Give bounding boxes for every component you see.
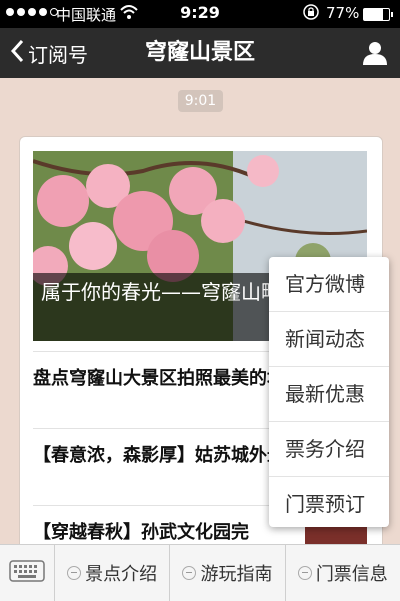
tab-label: 门票信息 — [315, 564, 388, 585]
menu-item-weibo[interactable]: 官方微博 — [269, 257, 389, 312]
battery-icon — [363, 8, 393, 21]
menu-item-news[interactable]: 新闻动态 — [269, 312, 389, 367]
person-icon[interactable] — [362, 40, 388, 66]
popup-menu: 官方微博 新闻动态 最新优惠 票务介绍 门票预订 — [269, 257, 389, 527]
page-title: 穹窿山景区 — [144, 40, 255, 65]
rotation-lock-icon — [302, 3, 320, 25]
tab-label: 游玩指南 — [200, 564, 273, 585]
menu-dot-icon — [182, 566, 197, 580]
bottom-menu-bar: 景点介绍 游玩指南 门票信息 — [0, 544, 400, 601]
article-title: 【穿越春秋】孙武文化园完 — [33, 522, 249, 543]
tab-travel-guide[interactable]: 游玩指南 — [170, 545, 286, 601]
tab-attractions[interactable]: 景点介绍 — [55, 545, 171, 601]
menu-item-offers[interactable]: 最新优惠 — [269, 367, 389, 422]
status-bar: 中国联通 9:29 77% — [0, 0, 400, 28]
keyboard-icon — [9, 559, 45, 587]
battery-percent: 77% — [326, 4, 360, 22]
menu-item-ticket-info[interactable]: 票务介绍 — [269, 422, 389, 477]
message-timestamp: 9:01 — [178, 90, 223, 112]
tab-label: 景点介绍 — [85, 564, 158, 585]
menu-dot-icon — [67, 566, 82, 580]
menu-dot-icon — [297, 566, 312, 580]
nav-bar: 订阅号 穹窿山景区 — [0, 28, 400, 78]
menu-item-ticket-booking[interactable]: 门票预订 — [269, 477, 389, 531]
tab-ticket-info[interactable]: 门票信息 — [286, 545, 400, 601]
article-title: 盘点穹窿山大景区拍照最美的地方 — [33, 368, 303, 389]
keyboard-toggle-button[interactable] — [0, 545, 55, 601]
